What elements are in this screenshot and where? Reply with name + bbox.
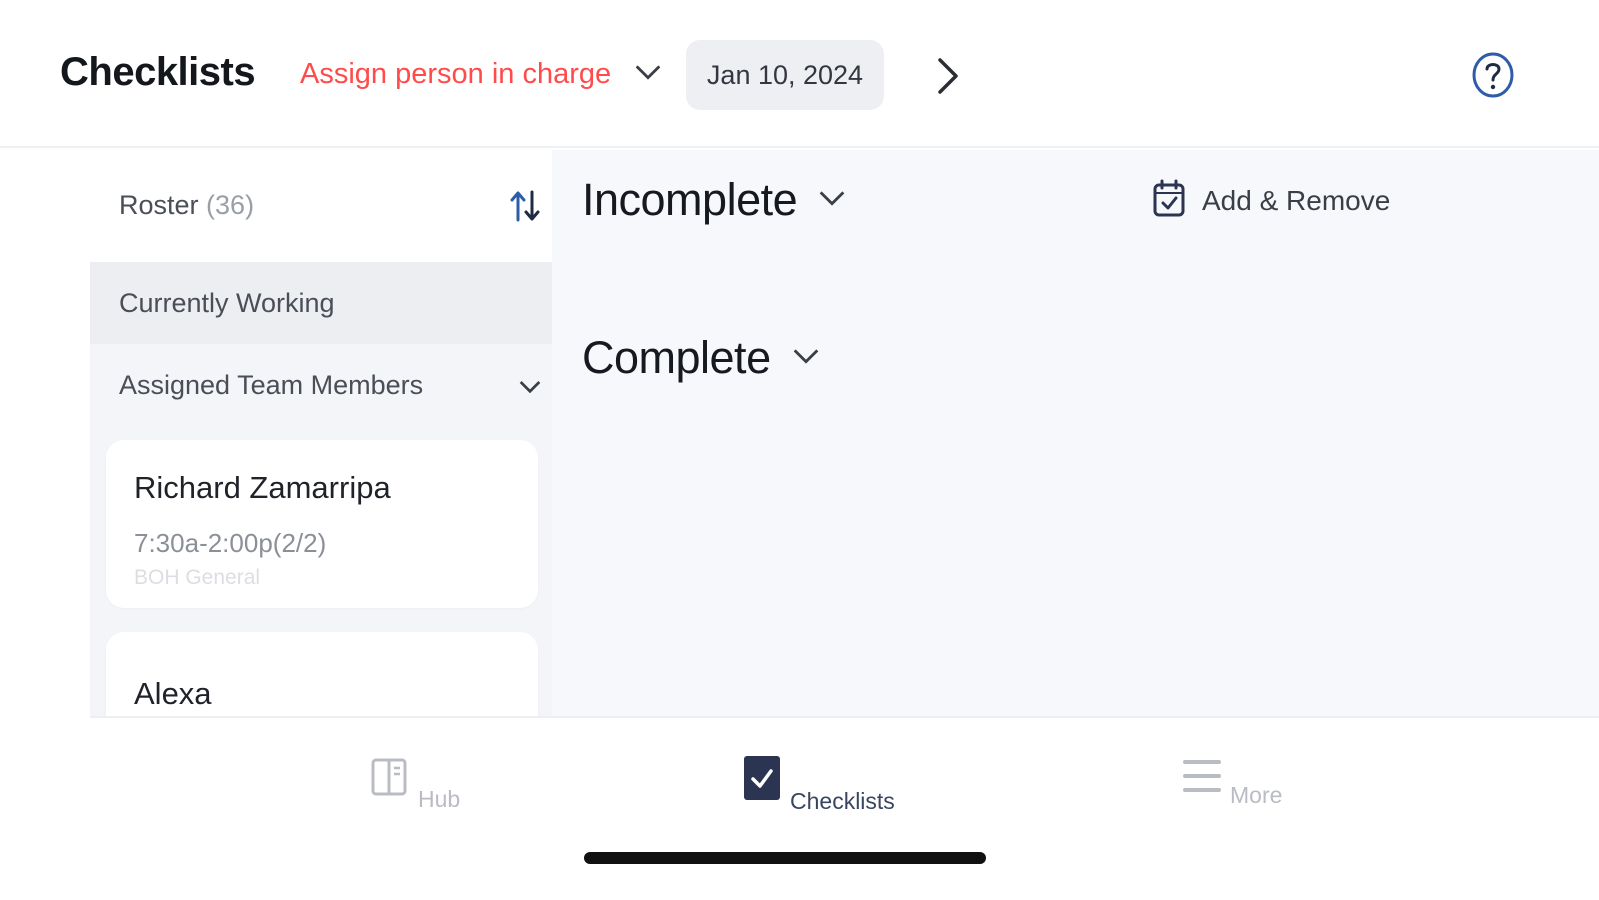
currently-working-section[interactable]: Currently Working bbox=[90, 262, 552, 344]
chevron-down-icon bbox=[815, 181, 849, 220]
add-remove-button[interactable]: Add & Remove bbox=[1152, 178, 1390, 223]
menu-icon bbox=[1182, 756, 1222, 801]
calendar-check-icon bbox=[1152, 178, 1186, 223]
tab-checklists-label: Checklists bbox=[790, 788, 895, 814]
roster-count: (36) bbox=[206, 190, 255, 220]
checklists-main: Incomplete Add & Remove Complete bbox=[552, 150, 1599, 716]
tab-hub[interactable]: Hub bbox=[370, 756, 460, 812]
complete-label: Complete bbox=[582, 332, 771, 383]
chevron-right-icon[interactable] bbox=[928, 54, 968, 98]
complete-section-toggle[interactable]: Complete bbox=[582, 332, 823, 384]
roster-title: Roster (36) bbox=[119, 190, 254, 221]
checkbox-icon bbox=[742, 754, 782, 807]
member-role: BOH General bbox=[134, 566, 261, 589]
chevron-down-icon bbox=[631, 55, 665, 94]
add-remove-label: Add & Remove bbox=[1202, 184, 1391, 216]
page-title: Checklists bbox=[60, 50, 256, 94]
sort-icon[interactable] bbox=[508, 186, 542, 226]
member-name: Alexa bbox=[134, 676, 212, 711]
assigned-team-members-label: Assigned Team Members bbox=[119, 370, 424, 400]
member-name: Richard Zamarripa bbox=[134, 470, 391, 505]
tab-more-label: More bbox=[1230, 782, 1283, 808]
tab-hub-label: Hub bbox=[418, 786, 461, 812]
incomplete-label: Incomplete bbox=[582, 174, 798, 225]
home-indicator bbox=[584, 852, 986, 864]
roster-sidebar: Roster (36) Currently Working Assigned T… bbox=[90, 150, 552, 716]
help-icon[interactable] bbox=[1470, 50, 1516, 100]
panel-icon bbox=[370, 756, 410, 805]
incomplete-section-toggle[interactable]: Incomplete bbox=[582, 174, 849, 226]
roster-label: Roster bbox=[119, 190, 199, 220]
team-member-card[interactable]: Richard Zamarripa 7:30a-2:00p(2/2) BOH G… bbox=[106, 440, 538, 608]
bottom-tab-bar: Hub Checklists More bbox=[90, 716, 1599, 900]
top-header: Checklists Assign person in charge Jan 1… bbox=[0, 0, 1599, 148]
assign-person-dropdown[interactable]: Assign person in charge bbox=[300, 55, 665, 94]
team-member-card[interactable]: Alexa bbox=[106, 632, 538, 716]
date-selector[interactable]: Jan 10, 2024 bbox=[686, 40, 884, 110]
member-shift: 7:30a-2:00p(2/2) bbox=[134, 528, 327, 558]
currently-working-label: Currently Working bbox=[119, 288, 335, 318]
assign-person-label: Assign person in charge bbox=[300, 58, 612, 90]
chevron-down-icon bbox=[789, 339, 823, 378]
chevron-down-icon bbox=[514, 370, 546, 402]
roster-header: Roster (36) bbox=[90, 150, 552, 262]
tab-checklists[interactable]: Checklists bbox=[742, 754, 895, 814]
assigned-team-members-toggle[interactable]: Assigned Team Members bbox=[90, 344, 552, 430]
tab-more[interactable]: More bbox=[1182, 756, 1282, 808]
